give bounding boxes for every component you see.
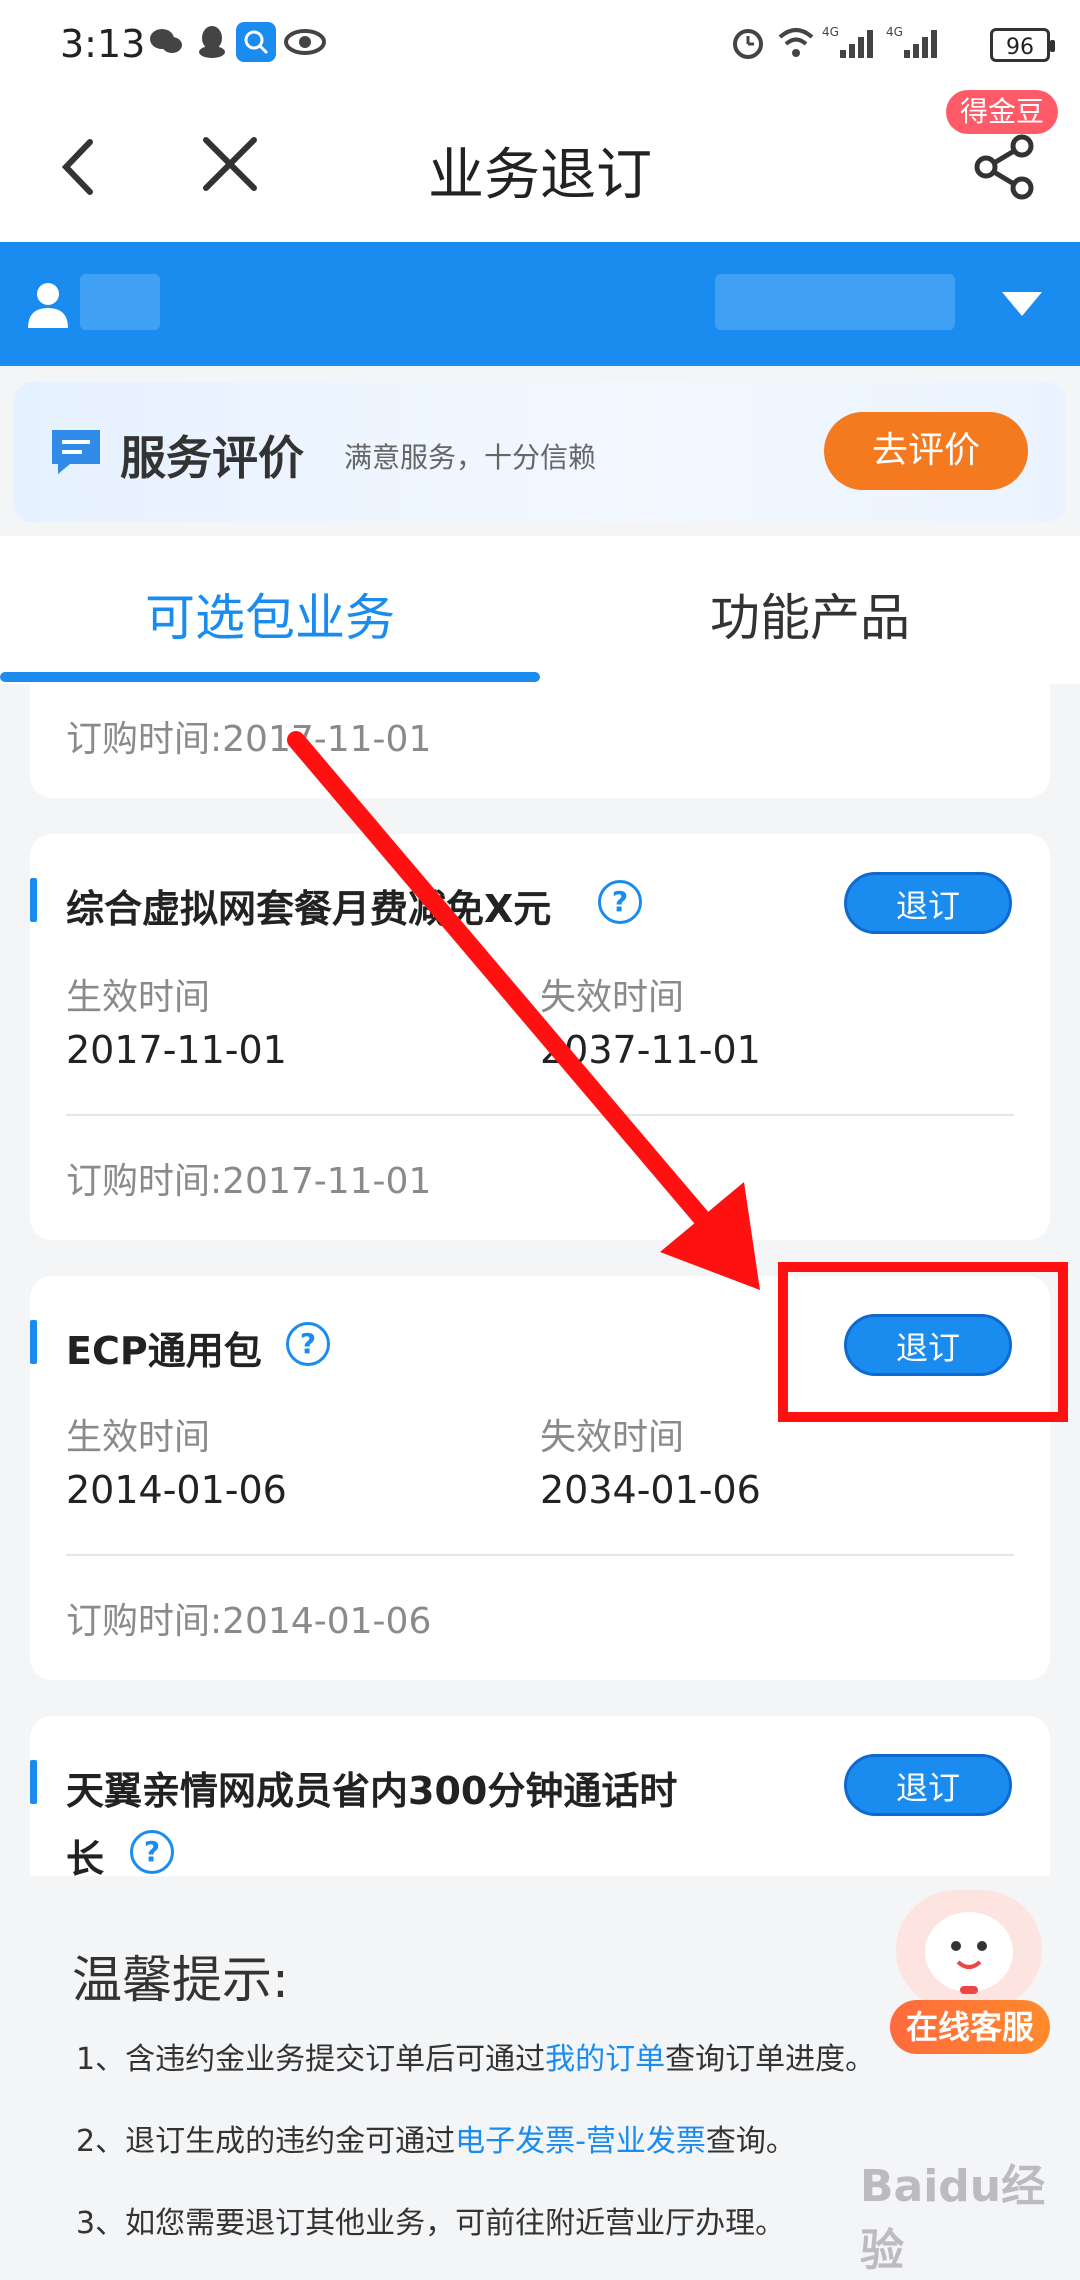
annotation-highlight-box bbox=[778, 1262, 1068, 1422]
annotation-arrow bbox=[287, 731, 760, 1290]
watermark: Baidu经验 bbox=[860, 2161, 1046, 2276]
